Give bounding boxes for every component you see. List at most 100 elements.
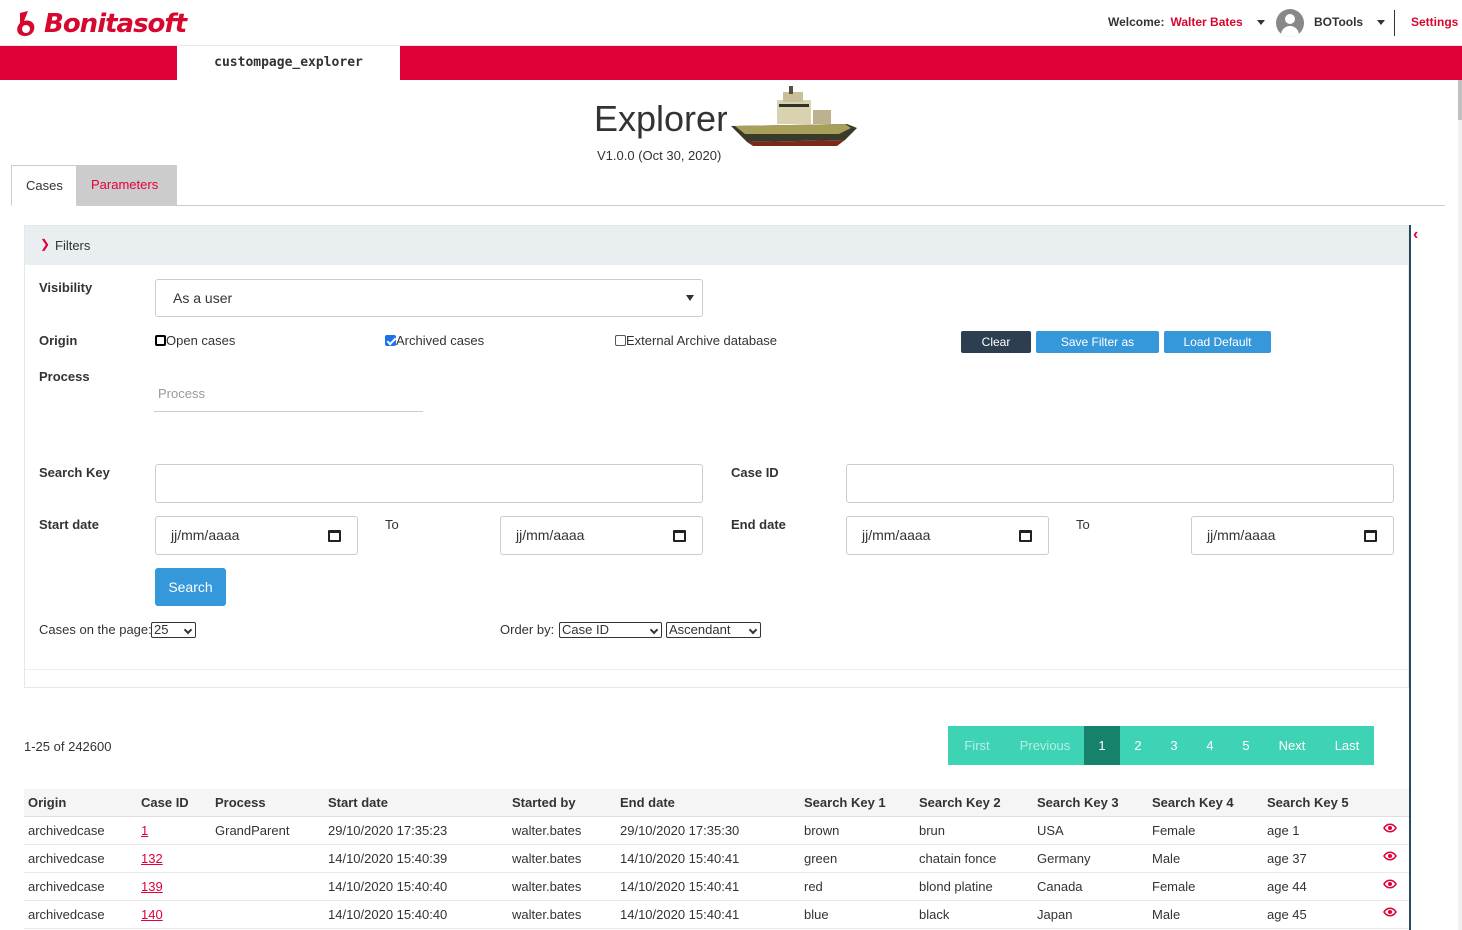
page-previous-button[interactable]: Previous: [1006, 726, 1084, 765]
column-header-started-by[interactable]: Started by: [512, 795, 576, 810]
header-divider: [1394, 10, 1395, 36]
search-button[interactable]: Search: [155, 568, 226, 606]
calendar-icon[interactable]: [1364, 530, 1377, 542]
end-date-to-label: To: [1076, 517, 1090, 532]
column-header-search-key-4[interactable]: Search Key 4: [1152, 795, 1234, 810]
logo-text: Bonitasoft: [44, 9, 187, 39]
page-1-button[interactable]: 1: [1084, 726, 1120, 765]
case-id-input[interactable]: [846, 464, 1394, 503]
cell-search-key-1: brown: [804, 823, 840, 838]
table-row: archivedcase 140 14/10/2020 15:40:40 wal…: [24, 901, 1409, 929]
eye-icon[interactable]: [1383, 851, 1397, 861]
bonitasoft-logo[interactable]: Bonitasoft: [14, 8, 187, 40]
open-cases-label: Open cases: [166, 333, 236, 348]
column-header-end-date[interactable]: End date: [620, 795, 675, 810]
search-key-label: Search Key: [39, 465, 110, 480]
page-scrollbar[interactable]: [1458, 80, 1462, 930]
collapse-chevron-left-icon[interactable]: ‹: [1413, 226, 1418, 244]
cell-started-by: walter.bates: [512, 879, 582, 894]
avatar[interactable]: [1276, 9, 1304, 37]
start-date-from-input[interactable]: jj/mm/aaaa: [155, 516, 358, 555]
order-by-label: Order by:: [500, 622, 555, 637]
cell-search-key-2: chatain fonce: [919, 851, 997, 866]
cell-case-id-link[interactable]: 140: [141, 907, 163, 922]
user-name[interactable]: Walter Bates: [1170, 15, 1242, 29]
cell-search-key-5: age 44: [1267, 879, 1307, 894]
start-date-to-input[interactable]: jj/mm/aaaa: [500, 516, 703, 555]
cell-start-date: 14/10/2020 15:40:40: [328, 907, 448, 922]
cases-per-page-value: 25: [154, 622, 169, 637]
cell-case-id-link[interactable]: 132: [141, 851, 163, 866]
cell-start-date: 14/10/2020 15:40:39: [328, 851, 448, 866]
app-menu-chevron-down-icon[interactable]: [1377, 20, 1385, 25]
cell-started-by: walter.bates: [512, 907, 582, 922]
app-name[interactable]: BOTools: [1314, 15, 1363, 29]
tab-cases[interactable]: Cases: [11, 165, 77, 206]
visibility-select[interactable]: As a user: [155, 279, 703, 317]
bonitasoft-logo-icon: [17, 11, 35, 37]
page-first-button[interactable]: First: [948, 726, 1006, 765]
save-filter-default-button[interactable]: Save Filter as Default: [1036, 331, 1159, 371]
eye-icon[interactable]: [1383, 879, 1397, 889]
end-date-from-placeholder: jj/mm/aaaa: [862, 527, 931, 543]
calendar-icon[interactable]: [1019, 530, 1032, 542]
order-direction-value: Ascendant: [669, 622, 731, 637]
cell-case-id-link[interactable]: 1: [141, 823, 148, 838]
page-3-button[interactable]: 3: [1156, 726, 1192, 765]
eye-icon[interactable]: [1383, 823, 1397, 833]
column-header-search-key-3[interactable]: Search Key 3: [1037, 795, 1119, 810]
column-header-process[interactable]: Process: [215, 795, 266, 810]
cases-per-page-select[interactable]: 25: [151, 622, 196, 638]
calendar-icon[interactable]: [328, 530, 341, 542]
filters-header[interactable]: ❯ Filters: [25, 226, 1408, 265]
calendar-icon[interactable]: [673, 530, 686, 542]
welcome-text: Welcome: Walter Bates: [1108, 15, 1243, 29]
search-key-input[interactable]: [155, 464, 703, 503]
eye-icon[interactable]: [1383, 907, 1397, 917]
process-input[interactable]: Process: [154, 382, 423, 412]
column-header-start-date[interactable]: Start date: [328, 795, 388, 810]
page-5-button[interactable]: 5: [1228, 726, 1264, 765]
archived-cases-box[interactable]: [385, 335, 396, 346]
order-direction-select[interactable]: Ascendant: [666, 622, 761, 638]
end-date-to-input[interactable]: jj/mm/aaaa: [1191, 516, 1394, 555]
cell-end-date: 14/10/2020 15:40:41: [620, 851, 740, 866]
settings-link[interactable]: Settings: [1411, 15, 1458, 29]
column-header-origin[interactable]: Origin: [28, 795, 66, 810]
page-4-button[interactable]: 4: [1192, 726, 1228, 765]
table-row: archivedcase 139 14/10/2020 15:40:40 wal…: [24, 873, 1409, 901]
page-2-button[interactable]: 2: [1120, 726, 1156, 765]
main-tabs: Cases Parameters: [11, 165, 1445, 206]
page-title: Explorer: [594, 98, 729, 139]
page-last-button[interactable]: Last: [1320, 726, 1374, 765]
column-header-search-key-2[interactable]: Search Key 2: [919, 795, 1001, 810]
column-header-search-key-1[interactable]: Search Key 1: [804, 795, 886, 810]
cell-origin: archivedcase: [28, 879, 105, 894]
cell-case-id-link[interactable]: 139: [141, 879, 163, 894]
archived-cases-checkbox[interactable]: Archived cases: [385, 333, 484, 348]
cell-end-date: 14/10/2020 15:40:41: [620, 907, 740, 922]
external-db-box[interactable]: [615, 335, 626, 346]
visibility-label: Visibility: [39, 280, 93, 295]
filters-divider: [25, 669, 1408, 670]
user-menu-chevron-down-icon[interactable]: [1257, 20, 1265, 25]
load-default-filter-button[interactable]: Load Default Filter: [1164, 331, 1271, 371]
tab-parameters[interactable]: Parameters: [77, 165, 177, 205]
cell-search-key-4: Female: [1152, 879, 1196, 894]
chevron-down-icon: [649, 625, 659, 635]
top-header: Bonitasoft Welcome: Walter Bates BOTools …: [0, 0, 1462, 46]
external-db-checkbox[interactable]: External Archive database: [615, 333, 777, 348]
origin-label: Origin: [39, 333, 78, 348]
column-header-search-key-5[interactable]: Search Key 5: [1267, 795, 1349, 810]
end-date-from-input[interactable]: jj/mm/aaaa: [846, 516, 1049, 555]
tab-custompage-explorer[interactable]: custompage_explorer: [177, 46, 400, 80]
chevron-down-icon[interactable]: ❯: [40, 237, 50, 251]
cell-end-date: 29/10/2020 17:35:30: [620, 823, 740, 838]
page-next-button[interactable]: Next: [1264, 726, 1320, 765]
scrollbar-thumb[interactable]: [1458, 80, 1462, 120]
clear-filters-button[interactable]: Clear filters: [961, 331, 1031, 371]
open-cases-checkbox[interactable]: Open cases: [155, 333, 235, 348]
open-cases-box[interactable]: [155, 335, 166, 346]
order-by-select[interactable]: Case ID: [559, 622, 662, 638]
column-header-case-id[interactable]: Case ID: [141, 795, 189, 810]
